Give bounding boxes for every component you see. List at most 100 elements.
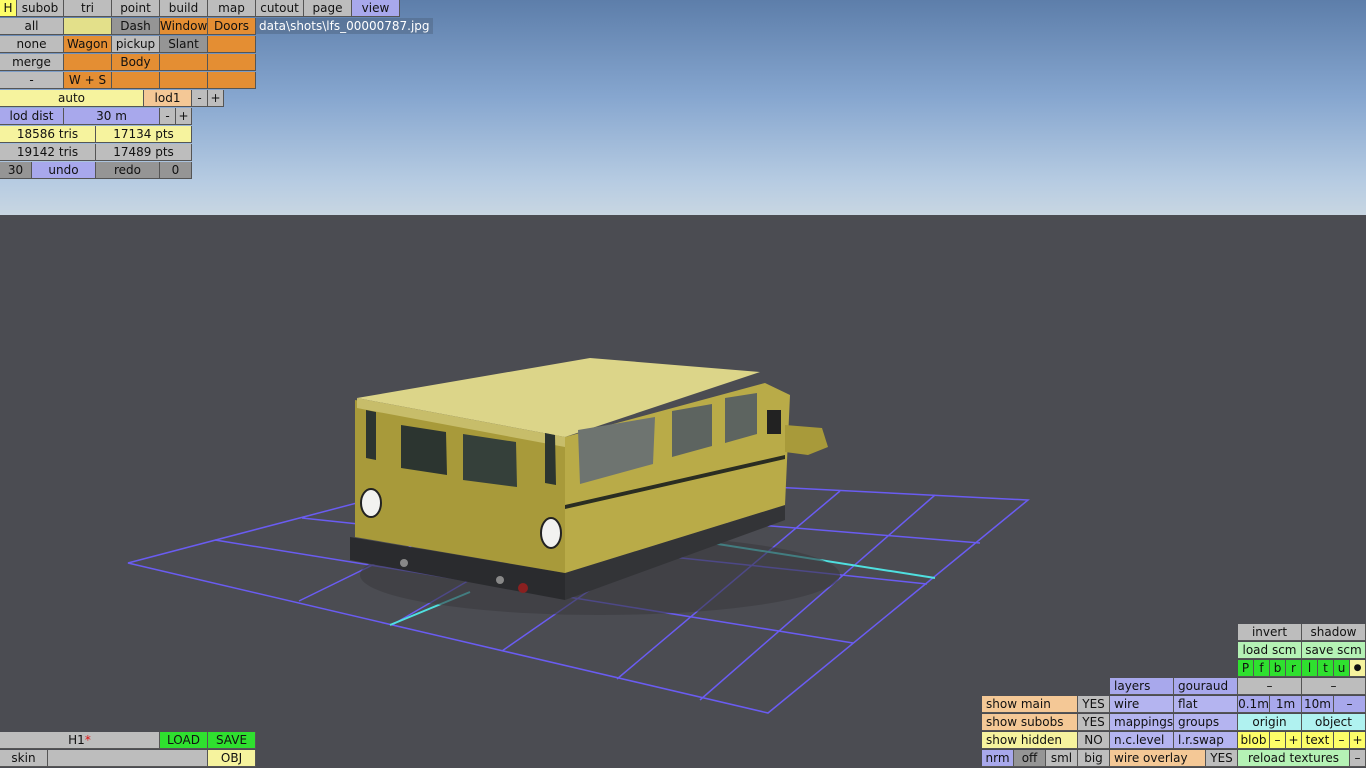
grid-01m-button[interactable]: 0.1m <box>1238 696 1270 713</box>
subob-ws-button[interactable]: W + S <box>64 72 112 89</box>
view-dot-icon[interactable]: ● <box>1350 660 1366 677</box>
tab-view[interactable]: view <box>352 0 400 17</box>
gouraud-button[interactable]: gouraud <box>1174 678 1238 695</box>
subob-slot-empty[interactable] <box>208 36 256 53</box>
text-label: text <box>1302 732 1334 749</box>
view-b-button[interactable]: b <box>1270 660 1286 677</box>
subob-body-button[interactable]: Body <box>112 54 160 71</box>
view-p-button[interactable]: P <box>1238 660 1254 677</box>
tab-page[interactable]: page <box>304 0 352 17</box>
tab-cutout[interactable]: cutout <box>256 0 304 17</box>
merge-button[interactable]: merge <box>0 54 64 71</box>
view-r-button[interactable]: r <box>1286 660 1302 677</box>
big-size-button[interactable]: big <box>1078 750 1110 767</box>
subob-slot-empty[interactable] <box>112 72 160 89</box>
normal-size-button[interactable]: nrm <box>982 750 1014 767</box>
lod-plus-button[interactable]: + <box>208 90 224 107</box>
show-subobs-label[interactable]: show subobs <box>982 714 1078 731</box>
mappings-button[interactable]: mappings <box>1110 714 1174 731</box>
skin-label: skin <box>0 750 48 767</box>
lod1-button[interactable]: lod1 <box>144 90 192 107</box>
blob-label: blob <box>1238 732 1270 749</box>
subob-windows-button[interactable]: Windows <box>160 18 208 35</box>
lod-dist-label: lod dist <box>0 108 64 125</box>
zoom-minus-button[interactable]: – <box>1238 678 1302 695</box>
tab-map[interactable]: map <box>208 0 256 17</box>
wire-overlay-label[interactable]: wire overlay <box>1110 750 1206 767</box>
subob-doors-button[interactable]: Doors <box>208 18 256 35</box>
save-scm-button[interactable]: save scm <box>1302 642 1366 659</box>
subob-slot-empty[interactable] <box>64 54 112 71</box>
model-name-text: H1 <box>68 733 85 747</box>
select-none-button[interactable]: none <box>0 36 64 53</box>
subob-wagon-button[interactable]: Wagon <box>64 36 112 53</box>
tab-h[interactable]: H <box>0 0 17 17</box>
undo-count: 30 <box>0 162 32 179</box>
subob-slot-empty[interactable] <box>64 18 112 35</box>
view-u-button[interactable]: u <box>1334 660 1350 677</box>
wire-overlay-toggle[interactable]: YES <box>1206 750 1238 767</box>
subob-slot-empty[interactable] <box>208 72 256 89</box>
zoom-minus-button-2[interactable]: – <box>1302 678 1366 695</box>
subob-dash-button[interactable]: Dash <box>112 18 160 35</box>
select-all-button[interactable]: all <box>0 18 64 35</box>
object-button[interactable]: object <box>1302 714 1366 731</box>
reload-minus-button[interactable]: – <box>1350 750 1366 767</box>
view-l-button[interactable]: l <box>1302 660 1318 677</box>
wire-button[interactable]: wire <box>1110 696 1174 713</box>
origin-button[interactable]: origin <box>1238 714 1302 731</box>
triangle-count: 18586 tris <box>0 126 96 143</box>
lod-auto-button[interactable]: auto <box>0 90 144 107</box>
subob-slot-empty[interactable] <box>208 54 256 71</box>
lod-dist-minus-button[interactable]: - <box>160 108 176 125</box>
grid-minus-button[interactable]: – <box>1334 696 1366 713</box>
shadow-button[interactable]: shadow <box>1302 624 1366 641</box>
subob-slant-button[interactable]: Slant <box>160 36 208 53</box>
3d-viewport[interactable] <box>0 0 1366 768</box>
lr-swap-button[interactable]: l.r.swap <box>1174 732 1238 749</box>
show-main-toggle[interactable]: YES <box>1078 696 1110 713</box>
subob-slot-empty[interactable] <box>160 72 208 89</box>
vehicle-model <box>350 358 840 615</box>
obj-button[interactable]: OBJ <box>208 750 256 767</box>
blob-minus-button[interactable]: – <box>1270 732 1286 749</box>
redo-button[interactable]: redo <box>96 162 160 179</box>
size-off-button[interactable]: off <box>1014 750 1046 767</box>
blob-plus-button[interactable]: + <box>1286 732 1302 749</box>
subob-pickup-button[interactable]: pickup <box>112 36 160 53</box>
grid-1m-button[interactable]: 1m <box>1270 696 1302 713</box>
skin-input[interactable] <box>48 750 208 767</box>
tab-tri[interactable]: tri <box>64 0 112 17</box>
show-subobs-toggle[interactable]: YES <box>1078 714 1110 731</box>
flat-button[interactable]: flat <box>1174 696 1238 713</box>
small-size-button[interactable]: sml <box>1046 750 1078 767</box>
lod-dist-plus-button[interactable]: + <box>176 108 192 125</box>
collapse-button[interactable]: - <box>0 72 64 89</box>
undo-button[interactable]: undo <box>32 162 96 179</box>
show-main-label[interactable]: show main <box>982 696 1078 713</box>
modified-marker: * <box>84 733 91 747</box>
show-hidden-label[interactable]: show hidden <box>982 732 1078 749</box>
subob-slot-empty[interactable] <box>160 54 208 71</box>
nc-level-button[interactable]: n.c.level <box>1110 732 1174 749</box>
total-point-count: 17489 pts <box>96 144 192 161</box>
invert-button[interactable]: invert <box>1238 624 1302 641</box>
view-f-button[interactable]: f <box>1254 660 1270 677</box>
show-hidden-toggle[interactable]: NO <box>1078 732 1110 749</box>
text-minus-button[interactable]: – <box>1334 732 1350 749</box>
reload-textures-button[interactable]: reload textures <box>1238 750 1350 767</box>
tab-build[interactable]: build <box>160 0 208 17</box>
tab-subob[interactable]: subob <box>17 0 64 17</box>
load-scm-button[interactable]: load scm <box>1238 642 1302 659</box>
total-triangle-count: 19142 tris <box>0 144 96 161</box>
groups-button[interactable]: groups <box>1174 714 1238 731</box>
grid-10m-button[interactable]: 10m <box>1302 696 1334 713</box>
layers-button[interactable]: layers <box>1110 678 1174 695</box>
view-t-button[interactable]: t <box>1318 660 1334 677</box>
load-button[interactable]: LOAD <box>160 732 208 749</box>
save-button[interactable]: SAVE <box>208 732 256 749</box>
lod-minus-button[interactable]: - <box>192 90 208 107</box>
lod-dist-value: 30 m <box>64 108 160 125</box>
text-plus-button[interactable]: + <box>1350 732 1366 749</box>
tab-point[interactable]: point <box>112 0 160 17</box>
